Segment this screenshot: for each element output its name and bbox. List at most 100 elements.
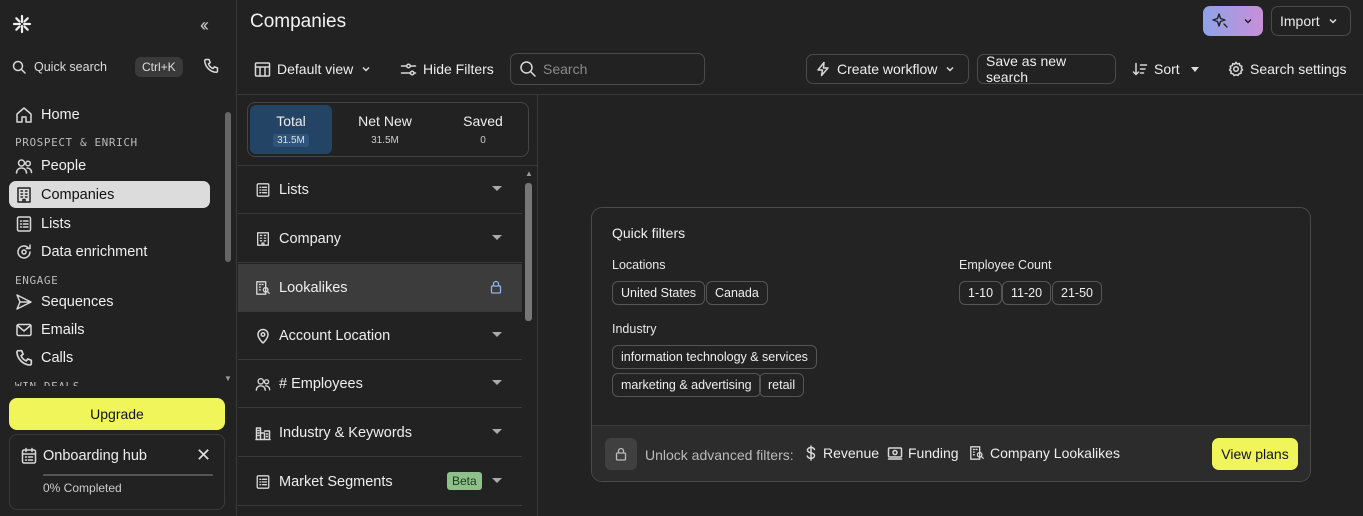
close-icon[interactable]: ✕ <box>196 445 211 466</box>
ai-assistant-button[interactable] <box>1203 6 1263 36</box>
banknote-icon <box>887 445 903 461</box>
nav-item-emails[interactable]: Emails <box>9 316 210 343</box>
view-plans-button[interactable]: View plans <box>1212 438 1298 470</box>
beta-badge: Beta <box>447 472 482 490</box>
chip-employee-count[interactable]: 21-50 <box>1052 281 1102 305</box>
hide-filters-button[interactable]: Hide Filters <box>400 54 494 84</box>
nav-label: Lists <box>41 215 71 232</box>
search-field[interactable] <box>543 61 693 77</box>
search-input[interactable] <box>510 53 705 85</box>
chip-location[interactable]: United States <box>612 281 706 305</box>
chip-industry[interactable]: retail <box>759 373 805 397</box>
filter-label: Company <box>279 230 342 247</box>
locations-label: Locations <box>612 258 666 272</box>
onboarding-title: Onboarding hub <box>43 448 147 464</box>
caret-down-icon <box>492 478 502 483</box>
sparkle-icon <box>1211 12 1229 30</box>
sidebar: ‹‹ Quick search Ctrl+K Home PROSPECT & E… <box>0 0 237 516</box>
scroll-down-arrow-icon[interactable]: ▼ <box>224 374 232 383</box>
list-icon <box>14 214 34 234</box>
nav-label: People <box>41 157 87 174</box>
chevron-down-icon <box>361 64 371 74</box>
unlock-text: Unlock advanced filters: <box>645 447 794 463</box>
nav-item-home[interactable]: Home <box>9 101 210 128</box>
upgrade-button[interactable]: Upgrade <box>9 398 225 430</box>
tab-count: 31.5M <box>371 135 399 146</box>
section-prospect: PROSPECT & ENRICH <box>15 136 138 149</box>
chevron-down-icon <box>945 64 955 74</box>
filter-label: Account Location <box>279 327 391 344</box>
onboarding-hub[interactable]: Onboarding hub ✕ 0% Completed <box>9 434 225 510</box>
save-as-new-search-button[interactable]: Save as new search <box>977 53 1116 85</box>
filter-row-lists[interactable]: Lists <box>238 166 522 214</box>
table-icon <box>254 61 271 78</box>
create-workflow-label: Create workflow <box>837 61 938 77</box>
tab-saved[interactable]: Saved 0 <box>442 105 524 154</box>
nav-item-people[interactable]: People <box>9 152 210 179</box>
tab-total[interactable]: Total 31.5M <box>250 105 332 154</box>
logo-icon[interactable] <box>12 14 32 34</box>
default-view-label: Default view <box>277 61 354 77</box>
phone-icon[interactable] <box>203 58 219 74</box>
filter-row-market-segments[interactable]: Market Segments Beta <box>238 458 522 506</box>
nav-label: Home <box>41 106 80 123</box>
quick-filters-title: Quick filters <box>612 225 686 241</box>
collapse-sidebar-icon[interactable]: ‹‹ <box>200 15 209 36</box>
phone-icon <box>14 348 34 368</box>
default-view-dropdown[interactable]: Default view <box>254 54 371 84</box>
chip-employee-count[interactable]: 1-10 <box>959 281 1003 305</box>
caret-down-icon <box>492 332 502 337</box>
mail-icon <box>14 320 34 340</box>
building-icon <box>14 185 34 205</box>
filter-row-account-location[interactable]: Account Location <box>238 312 522 360</box>
tab-count: 31.5M <box>273 134 309 147</box>
chip-employee-count[interactable]: 11-20 <box>1002 281 1052 305</box>
advanced-filter-revenue: Revenue <box>804 445 879 461</box>
filter-row-employees[interactable]: # Employees <box>238 360 522 408</box>
calendar-icon <box>20 447 38 465</box>
section-win-deals: WIN DEALS <box>15 380 80 386</box>
filter-label: Market Segments <box>279 473 393 490</box>
tab-net-new[interactable]: Net New 31.5M <box>344 105 426 154</box>
filter-panel: Total 31.5M Net New 31.5M Saved 0 Lists … <box>238 95 538 516</box>
nav-item-data-enrichment[interactable]: Data enrichment <box>9 238 210 265</box>
people-icon <box>14 156 34 176</box>
filter-row-industry-keywords[interactable]: Industry & Keywords <box>238 409 522 457</box>
chevron-down-icon <box>1328 16 1338 26</box>
chip-industry[interactable]: marketing & advertising <box>612 373 761 397</box>
filter-row-lookalikes[interactable]: Lookalikes <box>238 264 522 312</box>
section-engage: ENGAGE <box>15 274 59 287</box>
scroll-up-arrow-icon[interactable]: ▲ <box>525 169 533 178</box>
nav-item-lists[interactable]: Lists <box>9 210 210 237</box>
search-settings-button[interactable]: Search settings <box>1228 54 1347 84</box>
advanced-filter-label: Funding <box>908 445 959 461</box>
gear-icon <box>1228 61 1244 77</box>
filter-label: Lookalikes <box>279 279 348 296</box>
create-workflow-dropdown[interactable]: Create workflow <box>806 54 969 84</box>
filter-scrollbar[interactable] <box>525 183 532 321</box>
onboarding-progress-text: 0% Completed <box>43 481 122 495</box>
chip-location[interactable]: Canada <box>706 281 768 305</box>
nav-label: Data enrichment <box>41 243 148 260</box>
import-button[interactable]: Import <box>1271 6 1351 36</box>
filter-row-company[interactable]: Company <box>238 215 522 263</box>
sidebar-scrollbar[interactable] <box>225 112 231 262</box>
nav-item-sequences[interactable]: Sequences <box>9 288 210 315</box>
caret-down-icon <box>492 186 502 191</box>
quick-search[interactable]: Quick search Ctrl+K <box>12 56 192 78</box>
nav-item-companies[interactable]: Companies <box>9 181 210 208</box>
sliders-icon <box>400 61 417 78</box>
sort-icon <box>1132 61 1148 77</box>
quick-filters-card: Quick filters Locations United States Ca… <box>591 207 1311 482</box>
lock-icon <box>490 280 502 294</box>
onboarding-progress-bar <box>43 474 213 476</box>
sort-label: Sort <box>1154 61 1180 77</box>
chip-industry[interactable]: information technology & services <box>612 345 817 369</box>
nav-item-calls[interactable]: Calls <box>9 344 210 371</box>
caret-down-icon <box>492 235 502 240</box>
caret-down-icon <box>492 429 502 434</box>
filter-label: Industry & Keywords <box>279 424 412 441</box>
tab-count: 0 <box>480 135 486 146</box>
advanced-filter-company-lookalikes: Company Lookalikes <box>969 445 1120 461</box>
sort-dropdown[interactable]: Sort <box>1132 54 1200 84</box>
